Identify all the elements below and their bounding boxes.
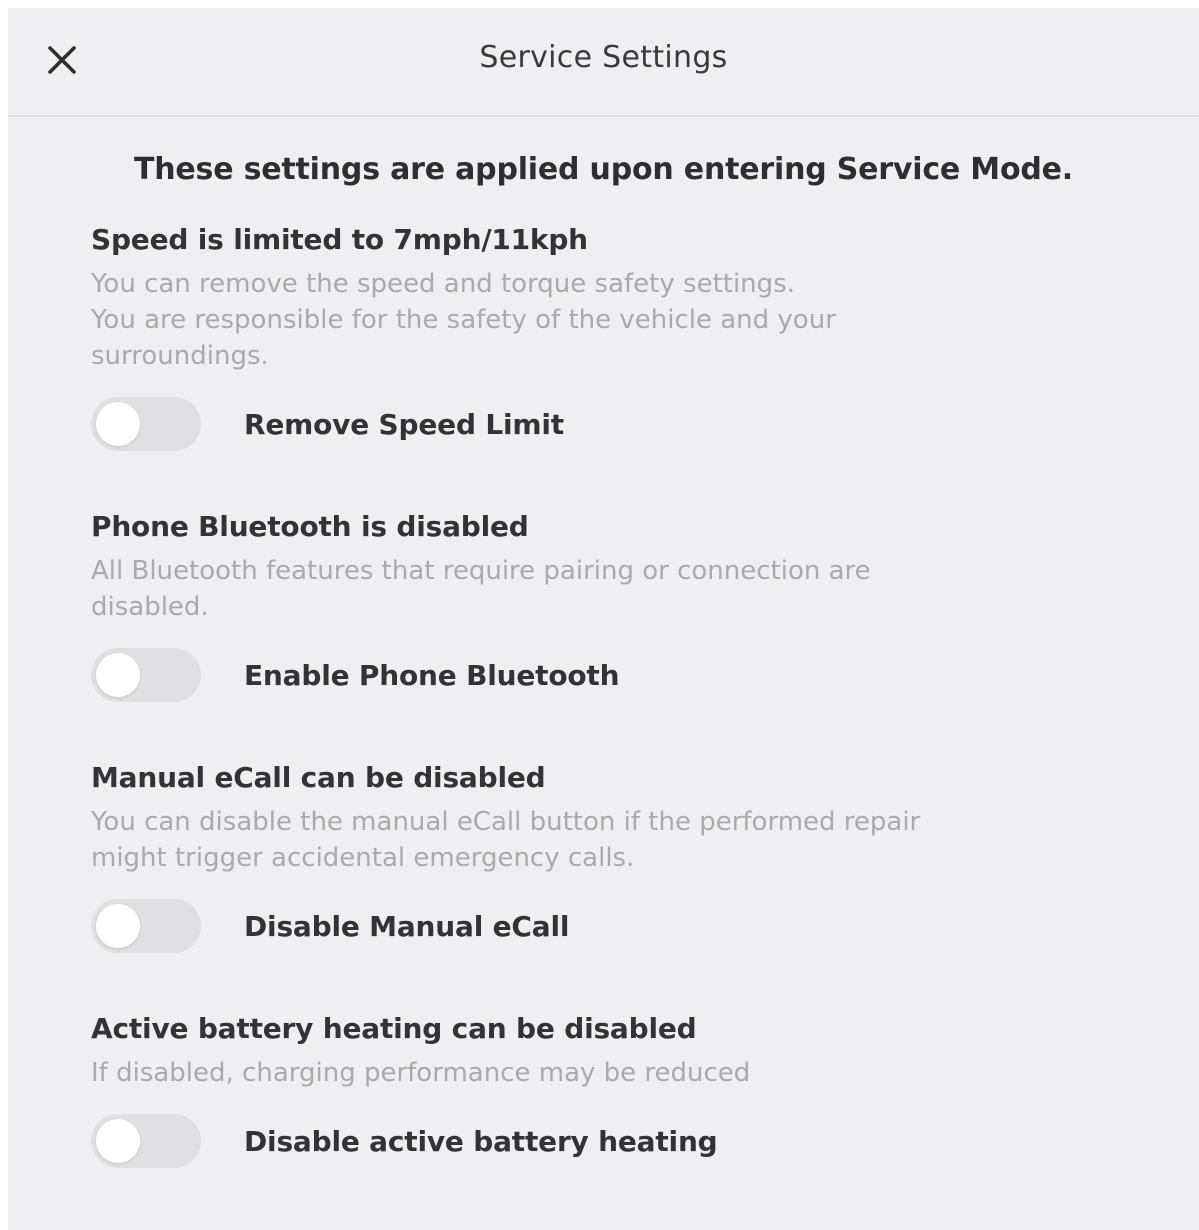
section-battery-heating: Active battery heating can be disabled I… [91, 1011, 1111, 1091]
toggle-knob [96, 653, 140, 697]
section-description: You can disable the manual eCall button … [91, 807, 921, 873]
section-speed-limit: Speed is limited to 7mph/11kph You can r… [91, 222, 1111, 374]
toggle-label: Disable active battery heating [244, 1124, 718, 1158]
remove-speed-limit-toggle[interactable] [91, 397, 201, 451]
toggle-row-enable-phone-bluetooth: Enable Phone Bluetooth [91, 646, 620, 704]
section-manual-ecall: Manual eCall can be disabled You can dis… [91, 760, 1111, 876]
toggle-label: Enable Phone Bluetooth [244, 658, 620, 692]
section-description: You can remove the speed and torque safe… [91, 269, 836, 371]
section-title: Manual eCall can be disabled [91, 761, 546, 794]
toggle-row-disable-battery-heating: Disable active battery heating [91, 1112, 718, 1170]
toggle-label: Remove Speed Limit [244, 407, 564, 441]
toggle-knob [96, 1119, 140, 1163]
section-phone-bluetooth: Phone Bluetooth is disabled All Bluetoot… [91, 509, 1111, 625]
header-bar: Service Settings [8, 8, 1199, 117]
section-title: Speed is limited to 7mph/11kph [91, 223, 588, 256]
service-settings-panel: Service Settings These settings are appl… [8, 8, 1199, 1230]
toggle-row-remove-speed-limit: Remove Speed Limit [91, 395, 564, 453]
disable-manual-ecall-toggle[interactable] [91, 899, 201, 953]
toggle-row-disable-manual-ecall: Disable Manual eCall [91, 897, 569, 955]
toggle-knob [96, 402, 140, 446]
intro-text: These settings are applied upon entering… [133, 152, 1073, 187]
section-title: Phone Bluetooth is disabled [91, 510, 529, 543]
section-description: If disabled, charging performance may be… [91, 1058, 751, 1088]
section-description: All Bluetooth features that require pair… [91, 556, 871, 622]
toggle-knob [96, 904, 140, 948]
section-title: Active battery heating can be disabled [91, 1012, 697, 1045]
page-title: Service Settings [479, 40, 728, 75]
enable-phone-bluetooth-toggle[interactable] [91, 648, 201, 702]
toggle-label: Disable Manual eCall [244, 909, 570, 943]
disable-active-battery-heating-toggle[interactable] [91, 1114, 201, 1168]
